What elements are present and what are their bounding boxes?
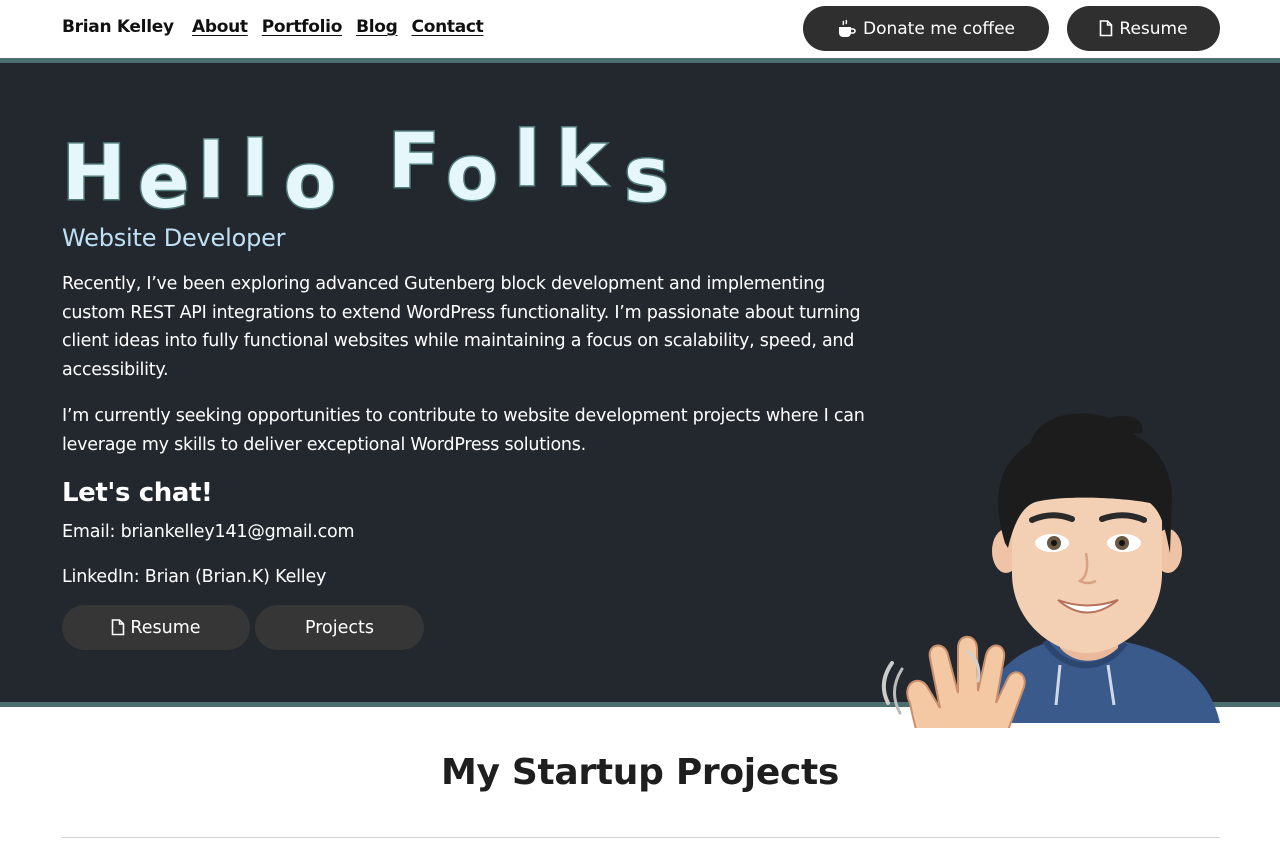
linkedin-text[interactable]: LinkedIn: Brian (Brian.K) Kelley: [62, 567, 326, 587]
chat-heading: Let's chat!: [62, 478, 213, 508]
headline-letter: l: [196, 126, 225, 215]
intro-paragraph: Recently, I’ve been exploring advanced G…: [62, 274, 861, 380]
hero-section: H e l l o F o l k s Website Developer Re…: [0, 58, 1280, 728]
headline-letter: o: [282, 136, 337, 225]
headline-letter: k: [555, 114, 609, 203]
resume-button-hero[interactable]: Resume: [62, 605, 250, 650]
resume-button-nav[interactable]: Resume: [1067, 6, 1220, 51]
hero-subtitle: Website Developer: [62, 224, 286, 252]
section-divider: [62, 837, 1220, 838]
projects-button-label: Projects: [305, 617, 374, 638]
nav-link-blog[interactable]: Blog: [356, 17, 398, 37]
section-title: My Startup Projects: [440, 752, 840, 793]
headline-letter: s: [622, 130, 670, 219]
headline-letter: H: [61, 128, 128, 217]
email-text[interactable]: Email: briankelley141@gmail.com: [62, 522, 355, 542]
nav-link-portfolio[interactable]: Portfolio: [262, 17, 343, 37]
headline-letter: e: [137, 136, 192, 225]
document-icon: [112, 619, 125, 636]
resume-button-label: Resume: [130, 617, 201, 638]
seeking-paragraph: I’m currently seeking opportunities to c…: [62, 406, 865, 455]
headline-letter: l: [240, 124, 269, 213]
nav-link-contact[interactable]: Contact: [412, 17, 484, 37]
donate-coffee-button[interactable]: Donate me coffee: [803, 6, 1049, 51]
waving-avatar-illustration: [881, 413, 1220, 728]
headline-letter: l: [512, 114, 541, 203]
headline-letter: F: [387, 116, 442, 205]
document-icon: [1100, 20, 1113, 37]
nav-links: About Portfolio Blog Contact: [192, 17, 484, 37]
top-nav: Brian Kelley About Portfolio Blog Contac…: [0, 0, 1280, 58]
donate-label: Donate me coffee: [862, 18, 1015, 39]
nav-link-about[interactable]: About: [192, 17, 248, 37]
site-brand[interactable]: Brian Kelley: [62, 17, 174, 37]
headline-letter: o: [444, 128, 499, 217]
projects-button[interactable]: Projects: [255, 605, 424, 650]
hero-headline: H e l l o F o l k s: [61, 114, 702, 220]
coffee-cup-icon: [838, 19, 856, 37]
resume-label: Resume: [1119, 18, 1188, 39]
